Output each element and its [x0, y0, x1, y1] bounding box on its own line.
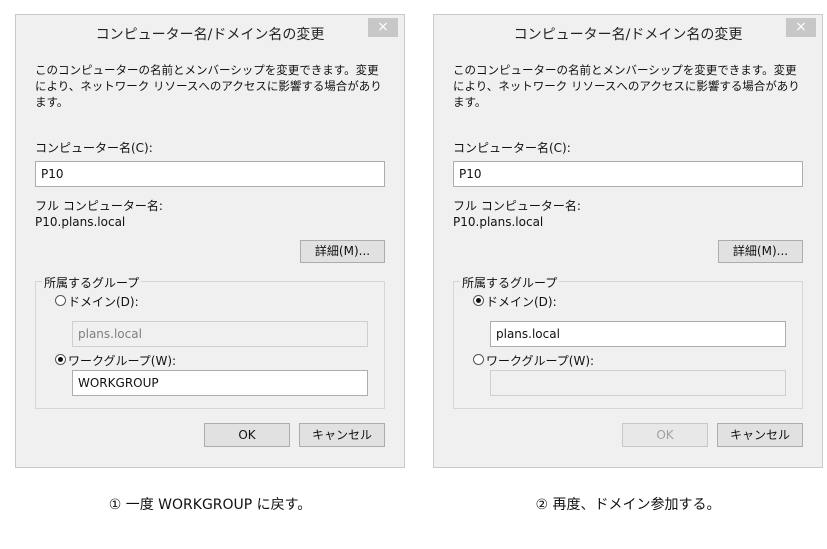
caption-step-2: ② 再度、ドメイン参加する。	[535, 497, 721, 513]
computer-name-label: コンピューター名(C):	[35, 141, 153, 155]
dialog-title: コンピューター名/ドメイン名の変更	[95, 27, 325, 43]
domain-label: ドメイン(D):	[486, 295, 557, 309]
close-button[interactable]: ×	[786, 18, 816, 37]
domain-input[interactable]: plans.local	[490, 321, 786, 347]
details-button[interactable]: 詳細(M)...	[718, 240, 803, 263]
full-computer-name-value: P10.plans.local	[453, 215, 544, 229]
full-computer-name-label: フル コンピューター名:	[35, 199, 163, 213]
close-button[interactable]: ×	[368, 18, 398, 37]
details-button[interactable]: 詳細(M)...	[300, 240, 385, 263]
workgroup-input[interactable]: WORKGROUP	[72, 370, 368, 396]
title-bar: コンピューター名/ドメイン名の変更 ×	[16, 15, 404, 49]
dialog-title: コンピューター名/ドメイン名の変更	[513, 27, 743, 43]
workgroup-input[interactable]	[490, 370, 786, 396]
radio-selected-dot	[58, 357, 63, 362]
cancel-button[interactable]: キャンセル	[299, 423, 385, 447]
domain-label: ドメイン(D):	[68, 295, 139, 309]
description-text: このコンピューターの名前とメンバーシップを変更できます。変更により、ネットワーク…	[35, 63, 382, 109]
description-text: このコンピューターの名前とメンバーシップを変更できます。変更により、ネットワーク…	[453, 63, 800, 109]
membership-group-label: 所属するグループ	[460, 274, 560, 291]
domain-radio[interactable]	[55, 295, 66, 306]
full-computer-name-value: P10.plans.local	[35, 215, 126, 229]
domain-input[interactable]: plans.local	[72, 321, 368, 347]
computer-name-label: コンピューター名(C):	[453, 141, 571, 155]
ok-button[interactable]: OK	[204, 423, 290, 447]
workgroup-radio[interactable]	[55, 354, 66, 365]
workgroup-label: ワークグループ(W):	[486, 354, 595, 368]
workgroup-label: ワークグループ(W):	[68, 354, 177, 368]
caption-step-1: ① 一度 WORKGROUP に戻す。	[108, 497, 312, 513]
title-bar: コンピューター名/ドメイン名の変更 ×	[434, 15, 822, 49]
ok-button[interactable]: OK	[622, 423, 708, 447]
dialog-workgroup: コンピューター名/ドメイン名の変更 × このコンピューターの名前とメンバーシップ…	[15, 14, 405, 468]
dialog-domain: コンピューター名/ドメイン名の変更 × このコンピューターの名前とメンバーシップ…	[433, 14, 823, 468]
computer-name-input[interactable]: P10	[35, 161, 385, 187]
full-computer-name-label: フル コンピューター名:	[453, 199, 581, 213]
computer-name-input[interactable]: P10	[453, 161, 803, 187]
membership-group-label: 所属するグループ	[42, 274, 142, 291]
workgroup-radio[interactable]	[473, 354, 484, 365]
radio-selected-dot	[476, 298, 481, 303]
domain-radio[interactable]	[473, 295, 484, 306]
cancel-button[interactable]: キャンセル	[717, 423, 803, 447]
